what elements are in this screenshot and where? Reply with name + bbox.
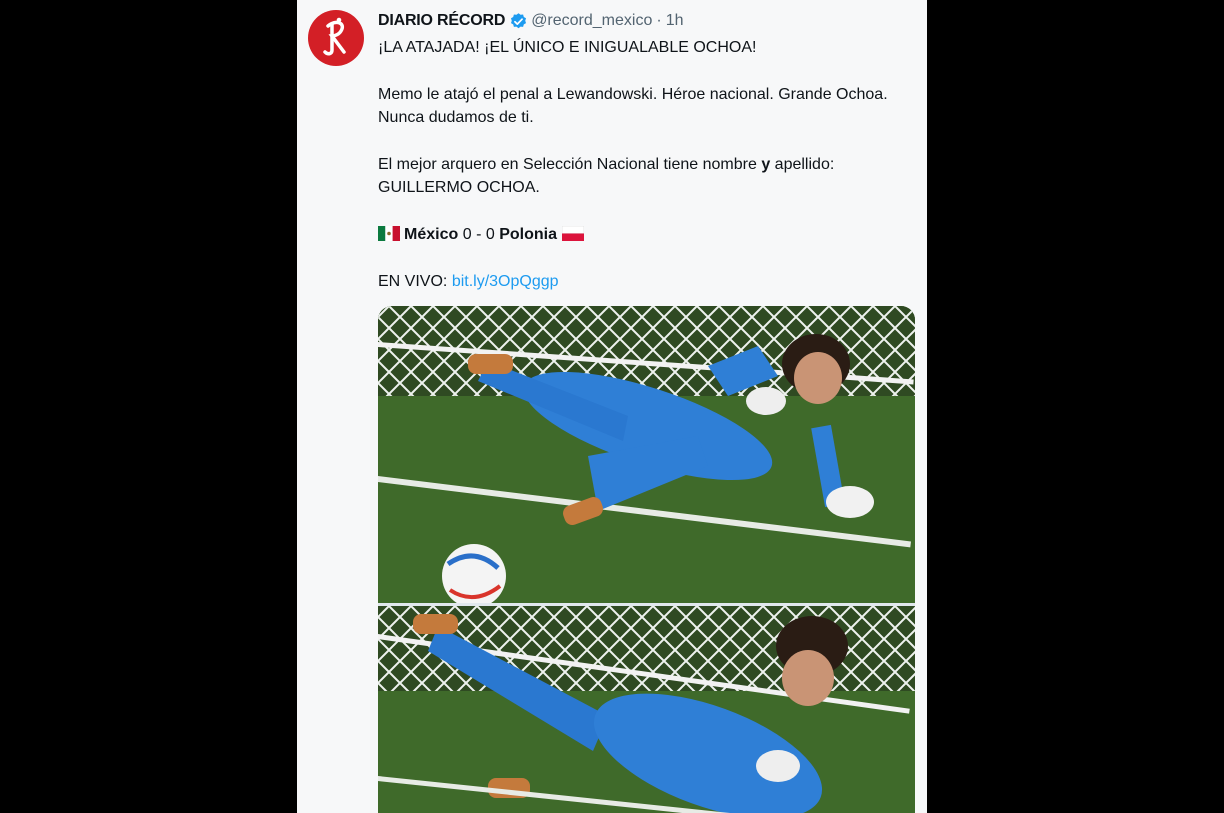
text-line-best-keeper: El mejor arquero en Selección Nacional t…	[378, 156, 835, 173]
tweet-text: ¡LA ATAJADA! ¡EL ÚNICO E INIGUALABLE OCH…	[378, 36, 927, 293]
score-poland: 0	[485, 226, 495, 243]
poland-flag-icon	[561, 226, 584, 241]
header-separator: ·	[656, 12, 662, 29]
text-line-penalty: Memo le atajó el penal a Lewandowski. Hé…	[378, 86, 888, 103]
mexico-flag-icon	[378, 226, 400, 241]
photo-illustration	[378, 306, 915, 603]
live-line: EN VIVO: bit.ly/3OpQggp	[378, 270, 927, 293]
tweet-media[interactable]	[378, 306, 915, 813]
live-label: EN VIVO:	[378, 273, 448, 290]
tweet-panel: DIARIO RÉCORD @record_mexico · 1h ¡LA AT…	[297, 0, 927, 813]
profile-avatar[interactable]	[308, 10, 364, 66]
score-mexico: 0	[462, 226, 472, 243]
live-link[interactable]: bit.ly/3OpQggp	[452, 273, 559, 290]
record-logo-icon	[323, 17, 346, 56]
author-name[interactable]: DIARIO RÉCORD	[378, 12, 505, 30]
goalkeeper-dive-photo-2[interactable]	[378, 606, 915, 813]
score-dash: -	[476, 226, 482, 243]
author-handle[interactable]: @record_mexico	[531, 12, 652, 30]
photo-illustration-2	[378, 606, 915, 813]
team-mexico: México	[404, 226, 459, 243]
verified-badge-icon	[511, 12, 527, 28]
score-line: México 0 - 0 Polonia	[378, 223, 927, 246]
text-line-doubt: Nunca dudamos de ti.	[378, 109, 534, 126]
text-line-name: GUILLERMO OCHOA.	[378, 179, 540, 196]
text-line-headline: ¡LA ATAJADA! ¡EL ÚNICO E INIGUALABLE OCH…	[378, 39, 757, 56]
team-poland: Polonia	[499, 226, 557, 243]
goalkeeper-dive-photo-1[interactable]	[378, 306, 915, 603]
tweet-header: DIARIO RÉCORD @record_mexico · 1h	[378, 10, 683, 32]
tweet-timestamp[interactable]: 1h	[666, 12, 684, 30]
